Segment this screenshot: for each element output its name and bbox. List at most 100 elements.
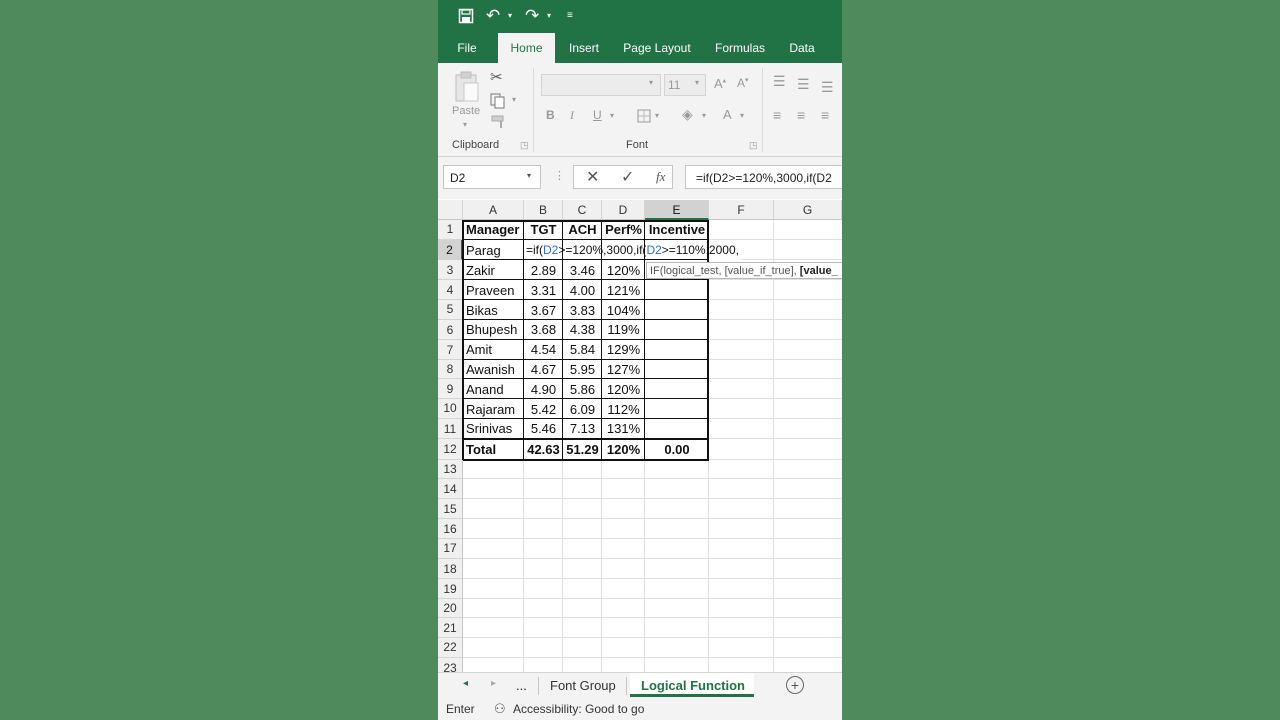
tab-page-layout[interactable]: Page Layout <box>618 33 696 63</box>
row-header-19[interactable]: 19 <box>438 578 463 599</box>
row-header-22[interactable]: 22 <box>438 638 463 658</box>
row-header-3[interactable]: 3 <box>438 260 463 281</box>
row-header-17[interactable]: 17 <box>438 539 463 559</box>
table-cell[interactable]: Parag <box>466 241 501 260</box>
manager-cell[interactable]: Praveen <box>466 281 514 300</box>
header-cell[interactable]: Incentive <box>645 220 709 239</box>
underline-dropdown-icon[interactable]: ▾ <box>610 111 614 120</box>
row-header-16[interactable]: 16 <box>438 519 463 540</box>
font-size-chevron-icon[interactable]: ▾ <box>695 78 699 87</box>
tab-file[interactable]: File <box>450 33 484 63</box>
manager-cell[interactable]: Anand <box>466 380 504 399</box>
align-left-icon[interactable]: ≡ <box>773 107 781 123</box>
header-cell[interactable]: Perf% <box>602 220 645 239</box>
worksheet-grid[interactable]: A B C D E F G 1 2 3 4 5 6 7 8 9 10 11 12 13 14 15 16 17 1… <box>438 200 842 672</box>
row-header-6[interactable]: 6 <box>438 319 463 340</box>
increase-font-icon[interactable]: A▴ <box>714 76 726 91</box>
redo-icon[interactable]: ↷ <box>525 6 539 26</box>
total-cell[interactable]: 42.63 <box>524 440 563 459</box>
table-cell[interactable]: 131% <box>602 419 645 438</box>
borders-dropdown-icon[interactable]: ▾ <box>655 111 659 120</box>
save-icon[interactable] <box>458 8 474 24</box>
table-cell[interactable]: 3.31 <box>524 281 563 300</box>
table-cell[interactable]: 5.42 <box>524 400 563 419</box>
total-cell[interactable]: 120% <box>602 440 645 459</box>
table-cell[interactable]: 3.46 <box>563 261 602 280</box>
header-cell[interactable]: Manager <box>466 220 519 239</box>
cancel-icon[interactable]: ✕ <box>586 167 599 187</box>
table-cell[interactable]: 4.00 <box>563 281 602 300</box>
borders-icon[interactable] <box>637 109 651 123</box>
font-name-dropdown[interactable] <box>541 74 661 96</box>
customize-qat-icon[interactable]: ≡ <box>567 6 573 26</box>
table-cell[interactable]: 7.13 <box>563 419 602 438</box>
total-cell[interactable]: 0.00 <box>645 440 709 459</box>
row-header-18[interactable]: 18 <box>438 558 463 579</box>
enter-icon[interactable]: ✓ <box>621 167 634 187</box>
manager-cell[interactable]: Srinivas <box>466 419 512 438</box>
fill-color-icon[interactable]: ◈ <box>682 106 693 123</box>
more-sheets-button[interactable]: ... <box>516 678 527 693</box>
manager-cell[interactable]: Amit <box>466 340 492 359</box>
manager-cell[interactable]: Awanish <box>466 360 515 379</box>
row-header-14[interactable]: 14 <box>438 479 463 500</box>
row-header-2[interactable]: 2 <box>438 239 463 261</box>
scroll-right-icon[interactable]: ▸ <box>491 678 496 689</box>
table-cell[interactable]: 3.67 <box>524 301 563 320</box>
row-header-23[interactable]: 23 <box>438 657 463 672</box>
column-header-f[interactable]: F <box>709 200 774 220</box>
paste-icon[interactable] <box>454 71 480 103</box>
formula-bar-grip-icon[interactable]: ⋮ <box>554 169 565 182</box>
manager-cell[interactable]: Zakir <box>466 261 495 280</box>
select-all-corner[interactable] <box>438 200 463 220</box>
header-cell[interactable]: ACH <box>563 220 602 239</box>
tab-data[interactable]: Data <box>784 33 820 63</box>
copy-icon[interactable] <box>490 93 506 109</box>
sheet-tab-font-group[interactable]: Font Group <box>550 678 616 693</box>
table-cell[interactable]: 3.68 <box>524 320 563 339</box>
total-cell[interactable]: Total <box>466 440 496 459</box>
column-header-c[interactable]: C <box>563 200 602 220</box>
column-header-e[interactable]: E <box>645 200 709 220</box>
undo-dropdown-icon[interactable]: ▾ <box>508 6 512 26</box>
row-header-9[interactable]: 9 <box>438 379 463 400</box>
row-header-15[interactable]: 15 <box>438 499 463 520</box>
header-cell[interactable]: TGT <box>524 220 563 239</box>
table-cell[interactable]: 112% <box>602 400 645 419</box>
align-center-icon[interactable]: ≡ <box>797 107 805 123</box>
column-header-a[interactable]: A <box>463 200 524 220</box>
table-cell[interactable]: 5.86 <box>563 380 602 399</box>
table-cell[interactable]: 6.09 <box>563 400 602 419</box>
row-header-7[interactable]: 7 <box>438 339 463 360</box>
accessibility-icon[interactable]: ⚇ <box>494 698 506 720</box>
column-header-b[interactable]: B <box>524 200 563 220</box>
table-cell[interactable]: 120% <box>602 261 645 280</box>
row-header-5[interactable]: 5 <box>438 300 463 320</box>
decrease-font-icon[interactable]: A▾ <box>737 76 749 90</box>
table-cell[interactable]: 129% <box>602 340 645 359</box>
format-painter-icon[interactable] <box>491 115 507 129</box>
copy-dropdown-icon[interactable]: ▾ <box>512 95 516 104</box>
bold-icon[interactable]: B <box>546 108 555 122</box>
middle-align-icon[interactable]: ☰ <box>797 76 810 93</box>
italic-icon[interactable]: I <box>570 108 574 123</box>
font-name-chevron-icon[interactable]: ▾ <box>649 78 653 87</box>
tab-insert[interactable]: Insert <box>563 33 605 63</box>
row-header-13[interactable]: 13 <box>438 459 463 480</box>
font-color-icon[interactable]: A <box>723 107 732 122</box>
redo-dropdown-icon[interactable]: ▾ <box>547 6 551 26</box>
row-header-12[interactable]: 12 <box>438 438 463 460</box>
table-cell[interactable]: 2.89 <box>524 261 563 280</box>
manager-cell[interactable]: Bhupesh <box>466 320 517 339</box>
font-color-dropdown-icon[interactable]: ▾ <box>740 111 744 120</box>
table-cell[interactable]: 5.84 <box>563 340 602 359</box>
bottom-align-icon[interactable]: ☰ <box>821 79 834 96</box>
paste-dropdown-icon[interactable]: ▾ <box>463 120 467 129</box>
table-cell[interactable]: 120% <box>602 380 645 399</box>
manager-cell[interactable]: Rajaram <box>466 400 515 419</box>
new-sheet-icon[interactable]: + <box>786 676 804 694</box>
formula-input[interactable]: =if(D2>=120%,3000,if(D2 <box>685 165 842 189</box>
column-header-d[interactable]: D <box>602 200 645 220</box>
table-cell[interactable]: 104% <box>602 301 645 320</box>
row-header-20[interactable]: 20 <box>438 598 463 619</box>
